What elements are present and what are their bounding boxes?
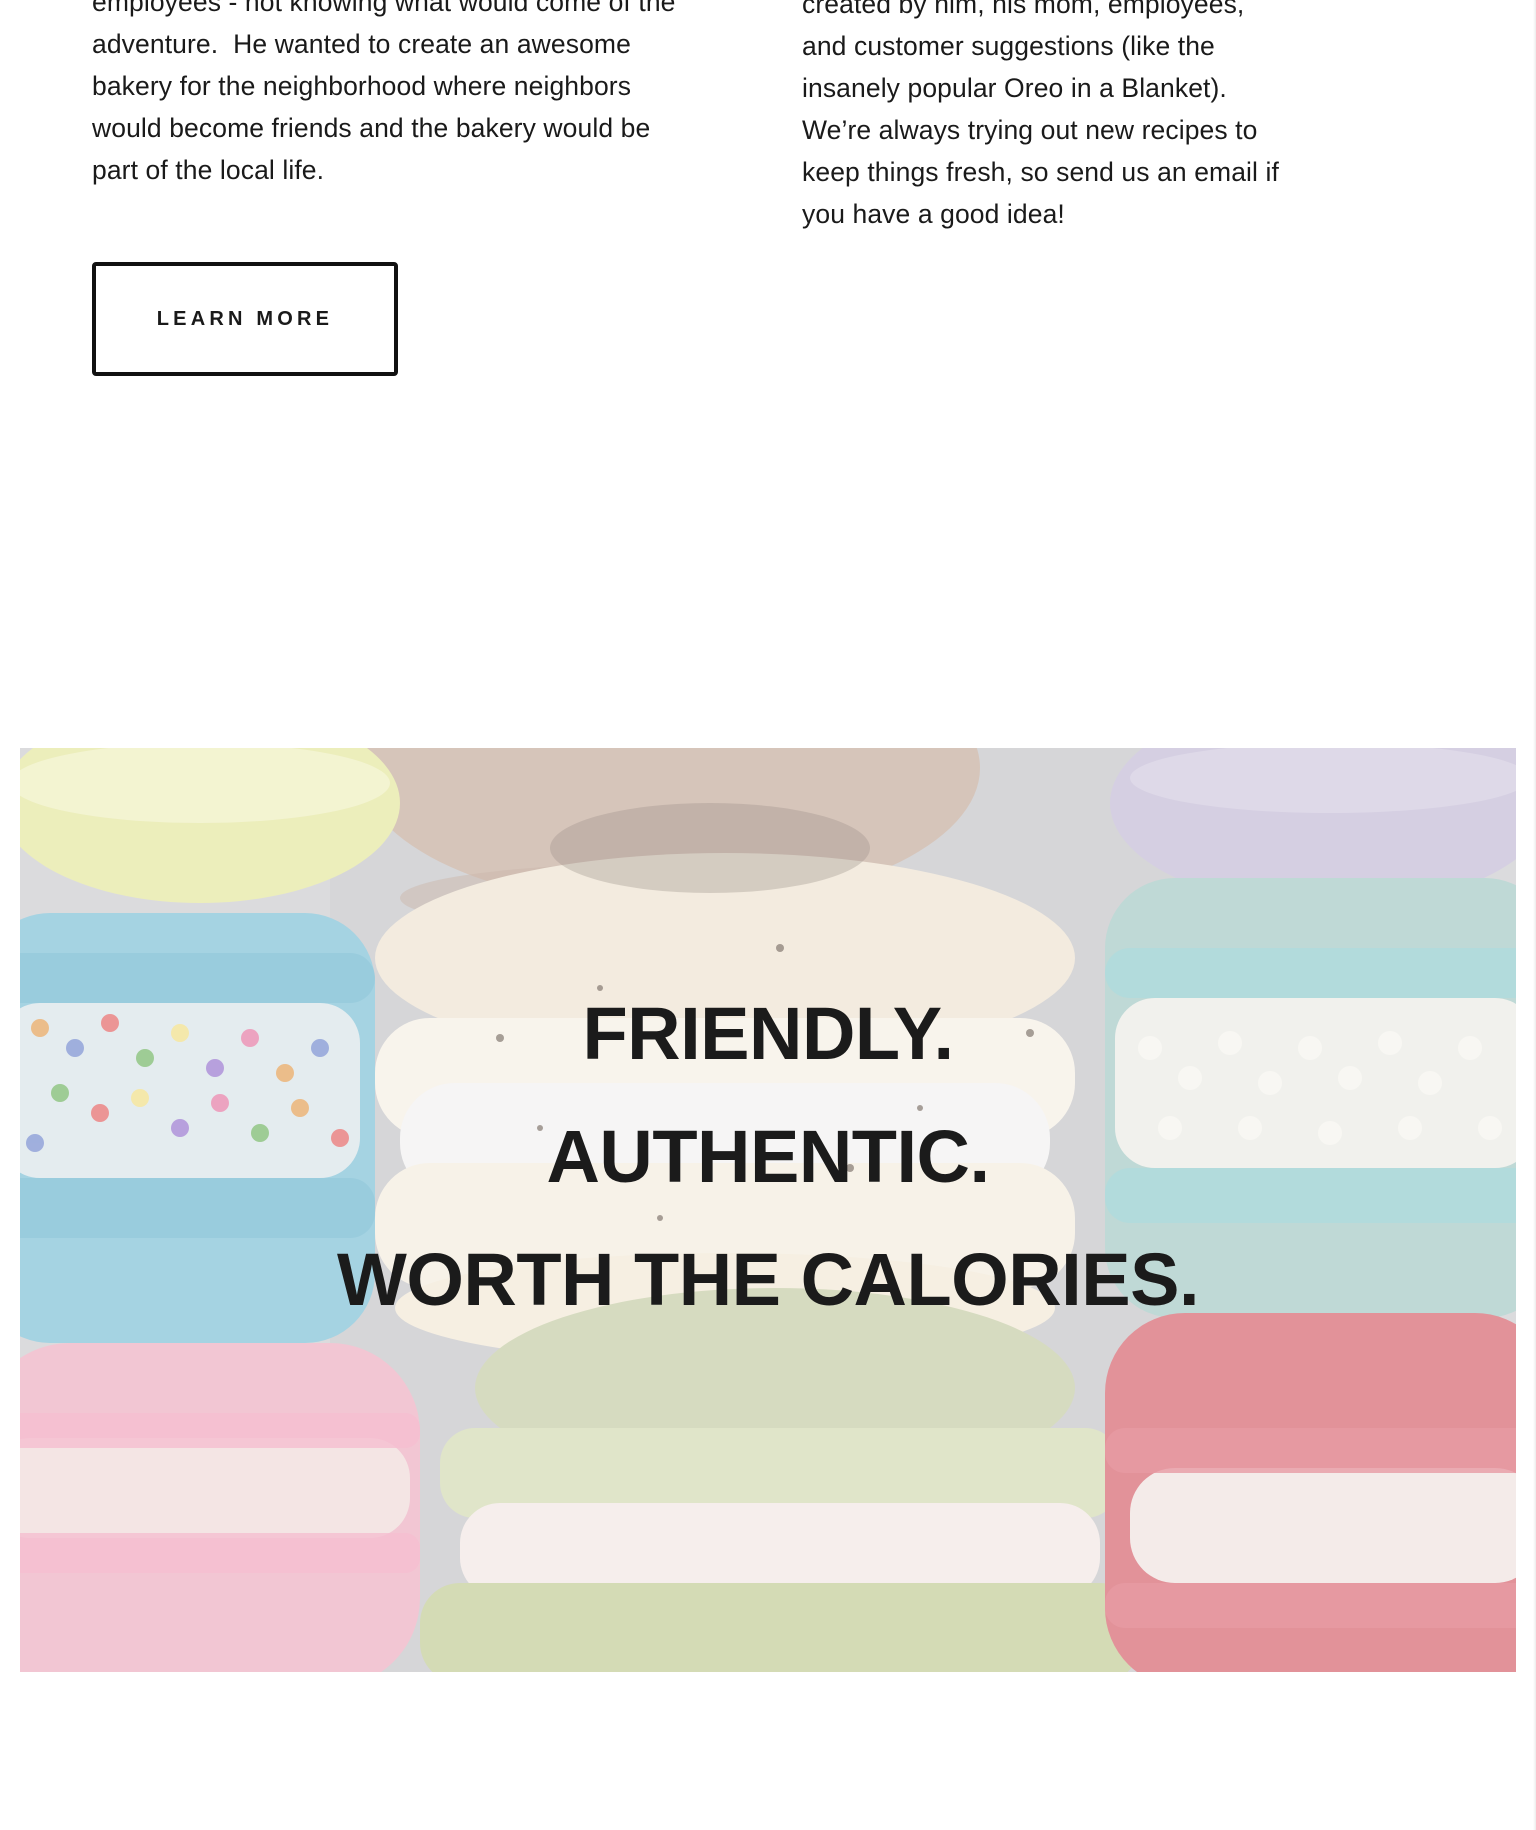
about-right-column: created by him, his mom, employees, and …: [802, 0, 1279, 235]
about-left-line: employees - not knowing what would come …: [92, 0, 676, 17]
about-right-line: We’re always trying out new recipes to: [802, 115, 1258, 145]
learn-more-button[interactable]: LEARN MORE: [92, 262, 398, 376]
tagline-friendly: FRIENDLY.: [582, 992, 954, 1075]
about-left-line: bakery for the neighborhood where neighb…: [92, 71, 632, 101]
about-left-line: part of the local life.: [92, 155, 325, 185]
about-left-column: employees - not knowing what would come …: [92, 0, 676, 191]
about-right-line: you have a good idea!: [802, 199, 1065, 229]
about-left-line: would become friends and the bakery woul…: [92, 113, 651, 143]
about-right-line: and customer suggestions (like the: [802, 31, 1215, 61]
about-right-line: insanely popular Oreo in a Blanket).: [802, 73, 1227, 103]
about-right-line: keep things fresh, so send us an email i…: [802, 157, 1279, 187]
macaron-banner: FRIENDLY. AUTHENTIC. WORTH THE CALORIES.: [20, 748, 1516, 1672]
tagline-authentic: AUTHENTIC.: [546, 1115, 990, 1198]
banner-overlay: [20, 748, 1516, 1672]
about-right-line: created by him, his mom, employees,: [802, 0, 1245, 19]
about-left-line: adventure. He wanted to create an awesom…: [92, 29, 631, 59]
tagline-worth-the-calories: WORTH THE CALORIES.: [336, 1238, 1200, 1321]
